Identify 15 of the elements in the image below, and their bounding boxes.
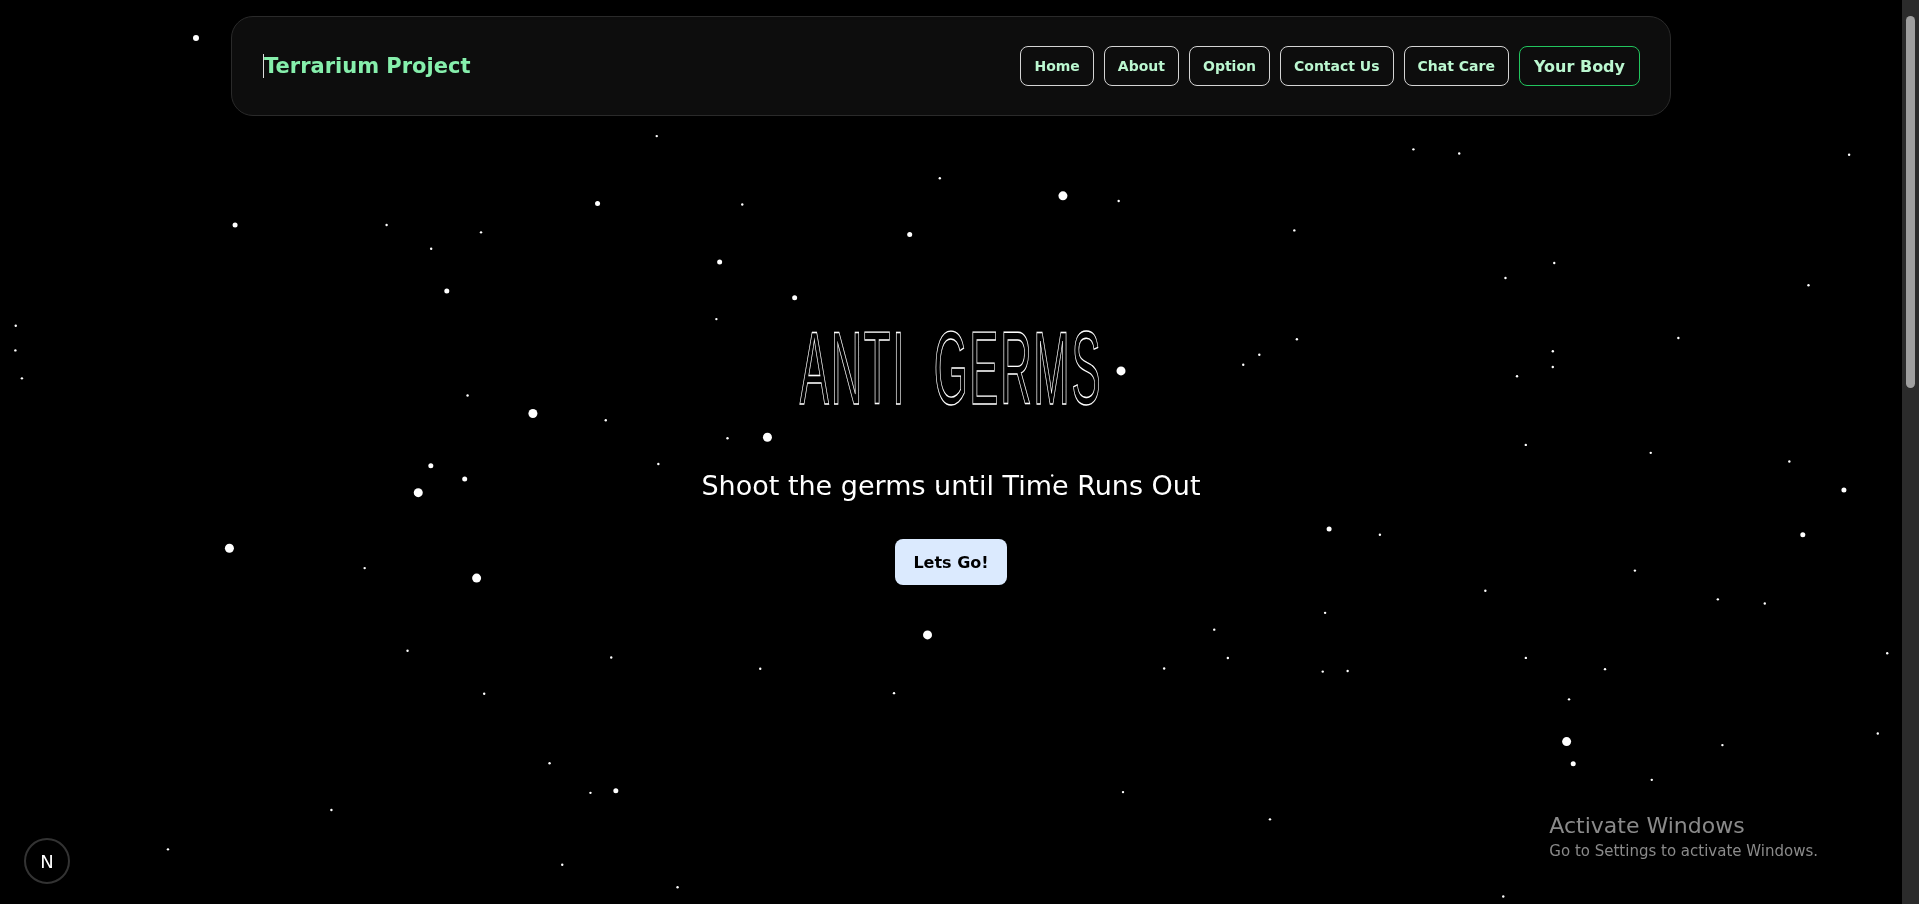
dev-tools-badge[interactable]: N <box>24 838 70 884</box>
nav-button[interactable]: Your Body <box>1518 46 1640 86</box>
nav-button[interactable]: Contact Us <box>1280 46 1394 86</box>
activation-title: Activate Windows <box>1549 813 1746 838</box>
nav-button[interactable]: Option <box>1189 46 1270 86</box>
brand-link[interactable]: Terrarium Project <box>263 54 471 78</box>
nav-button[interactable]: Home <box>1020 46 1094 86</box>
hero-subtitle: Shoot the germs until Time Runs Out <box>701 470 1201 501</box>
scrollbar[interactable] <box>1902 0 1919 904</box>
nav-button[interactable]: Chat Care <box>1403 46 1509 86</box>
scrollbar-thumb[interactable] <box>1906 16 1915 388</box>
activation-text: Go to Settings to activate Windows. <box>1549 842 1818 860</box>
start-button[interactable]: Lets Go! <box>895 539 1007 585</box>
hero-title: ANTI GERMS <box>799 316 1103 420</box>
nav-button[interactable]: About <box>1103 46 1179 86</box>
